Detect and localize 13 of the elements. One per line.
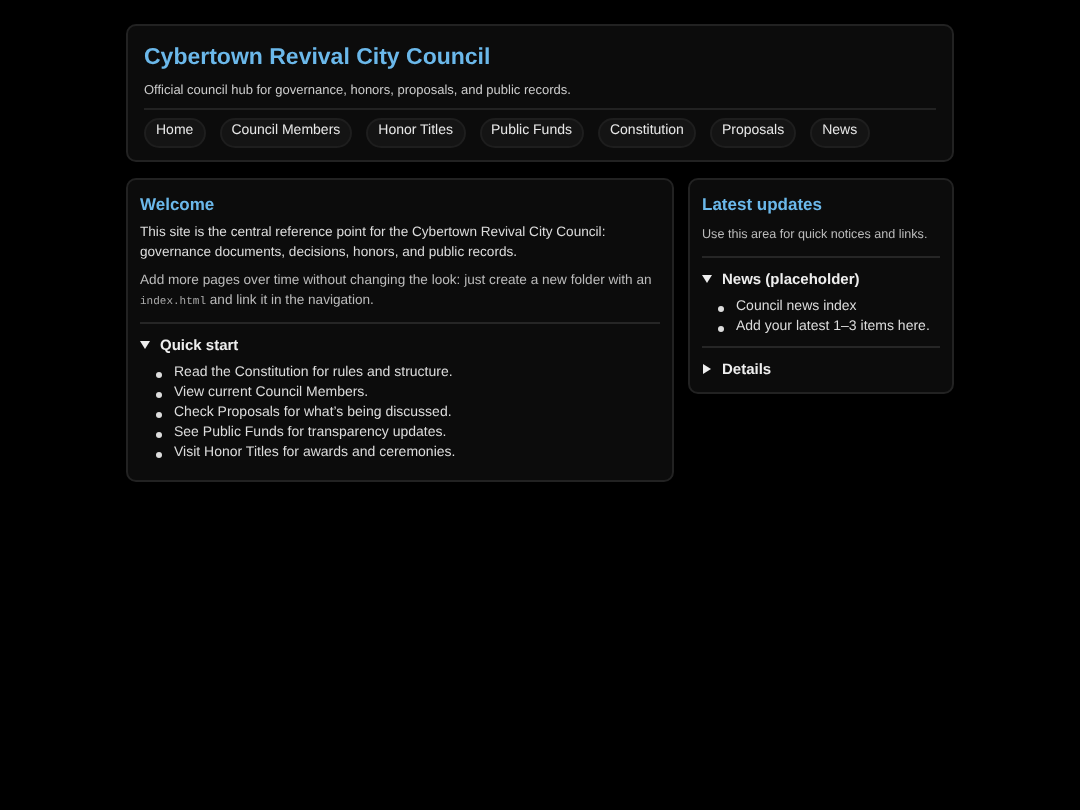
site-title: Cybertown Revival City Council bbox=[144, 44, 493, 74]
bullet-icon bbox=[156, 391, 162, 397]
bullet-icon bbox=[718, 305, 724, 311]
disclosure-triangle-icon bbox=[702, 273, 712, 284]
disclosure-triangle-icon bbox=[140, 339, 150, 350]
bullet-icon bbox=[156, 451, 162, 457]
bullet-icon bbox=[156, 371, 162, 377]
bullet-icon bbox=[156, 431, 162, 437]
section-title: Latest updates bbox=[702, 192, 824, 218]
section-title: Welcome bbox=[140, 192, 217, 218]
bullet-icon bbox=[718, 325, 724, 331]
disclosure-triangle-icon bbox=[702, 364, 712, 375]
bullet-icon bbox=[156, 411, 162, 417]
